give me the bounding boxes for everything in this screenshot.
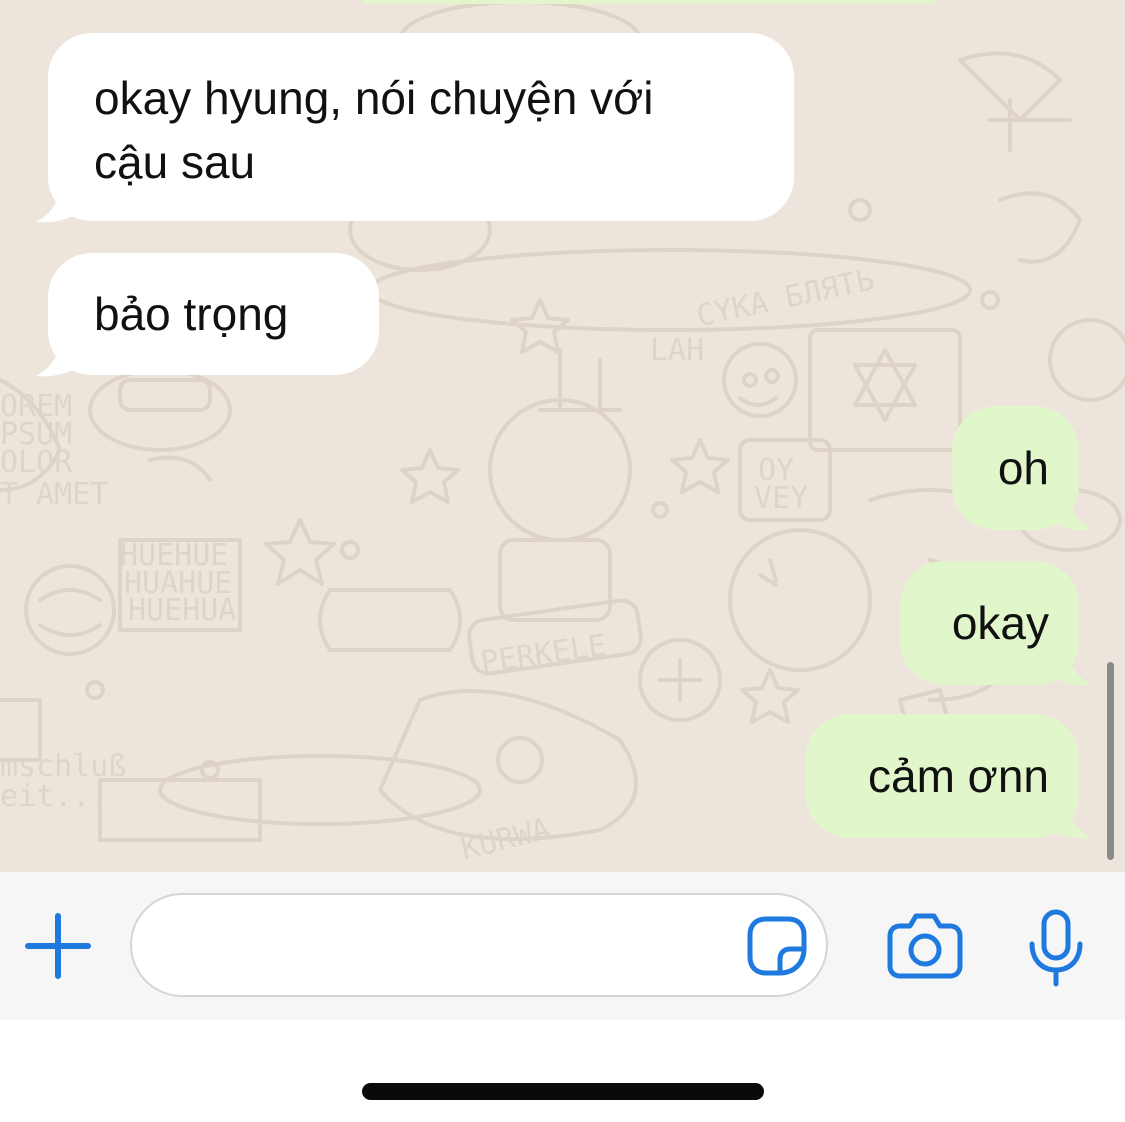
message-text: oh bbox=[997, 442, 1049, 494]
incoming-bubble-tail bbox=[36, 330, 90, 377]
svg-text:PERKELE: PERKELE bbox=[478, 628, 608, 680]
message-text: bảo trọng bbox=[94, 288, 289, 340]
svg-text:LAH: LAH bbox=[650, 333, 704, 368]
camera-icon[interactable] bbox=[886, 910, 964, 980]
message-input[interactable] bbox=[130, 893, 828, 997]
svg-text:VEY: VEY bbox=[754, 481, 808, 516]
scrollbar[interactable] bbox=[1107, 662, 1114, 860]
svg-text:HUEHUA: HUEHUA bbox=[128, 593, 236, 628]
incoming-message[interactable]: bảo trọng bbox=[48, 253, 379, 375]
message-text: okay hyung, nói chuyện với cậu sau bbox=[94, 72, 654, 188]
svg-text:T AMET: T AMET bbox=[0, 477, 108, 512]
message-text: okay bbox=[951, 597, 1049, 649]
microphone-icon[interactable] bbox=[1024, 908, 1088, 988]
message-text: cảm ơnn bbox=[867, 750, 1049, 802]
sticker-icon[interactable] bbox=[746, 915, 808, 977]
incoming-bubble-tail bbox=[36, 176, 90, 223]
plus-icon[interactable] bbox=[24, 912, 92, 980]
svg-text:OLOR: OLOR bbox=[0, 445, 73, 480]
chat-area[interactable]: OREM PSUM OLOR T AMET HUEHUE HUAHUE HUEH… bbox=[0, 0, 1125, 872]
incoming-message[interactable]: okay hyung, nói chuyện với cậu sau bbox=[48, 33, 794, 221]
svg-text:eit...: eit... bbox=[0, 779, 108, 814]
previous-outgoing-bubble-edge bbox=[360, 0, 940, 4]
home-indicator[interactable] bbox=[362, 1083, 764, 1100]
svg-text:KURWA: KURWA bbox=[458, 812, 554, 868]
